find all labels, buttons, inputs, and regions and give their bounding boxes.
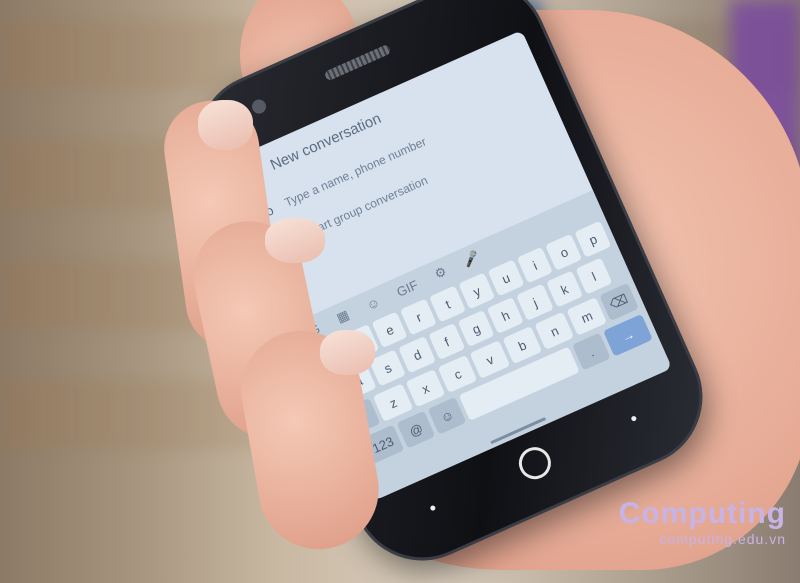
emoji-key[interactable]: ☺ — [427, 396, 467, 435]
recents-nav-dot[interactable] — [630, 415, 638, 422]
fingernail — [265, 218, 325, 263]
mic-icon[interactable]: 🎤 — [461, 249, 482, 270]
watermark-logo: Computing — [618, 497, 786, 530]
home-button[interactable] — [513, 442, 557, 485]
earpiece-speaker — [323, 43, 392, 82]
watermark-url: computing.edu.vn — [659, 531, 786, 547]
fingernail — [198, 100, 253, 150]
gif-icon[interactable]: GIF — [394, 277, 420, 300]
watermark: Computing computing.edu.vn — [619, 497, 786, 547]
gesture-bar — [490, 417, 547, 445]
period-key[interactable]: . — [571, 332, 611, 371]
fingernail — [320, 330, 375, 375]
back-nav-dot[interactable] — [429, 504, 437, 512]
settings-icon[interactable]: ⚙ — [432, 263, 449, 282]
at-key[interactable]: @ — [396, 410, 436, 449]
front-camera — [249, 97, 269, 116]
sticker-icon[interactable]: ▦ — [334, 307, 352, 327]
emoji-toolbar-icon[interactable]: ☺ — [364, 294, 382, 313]
